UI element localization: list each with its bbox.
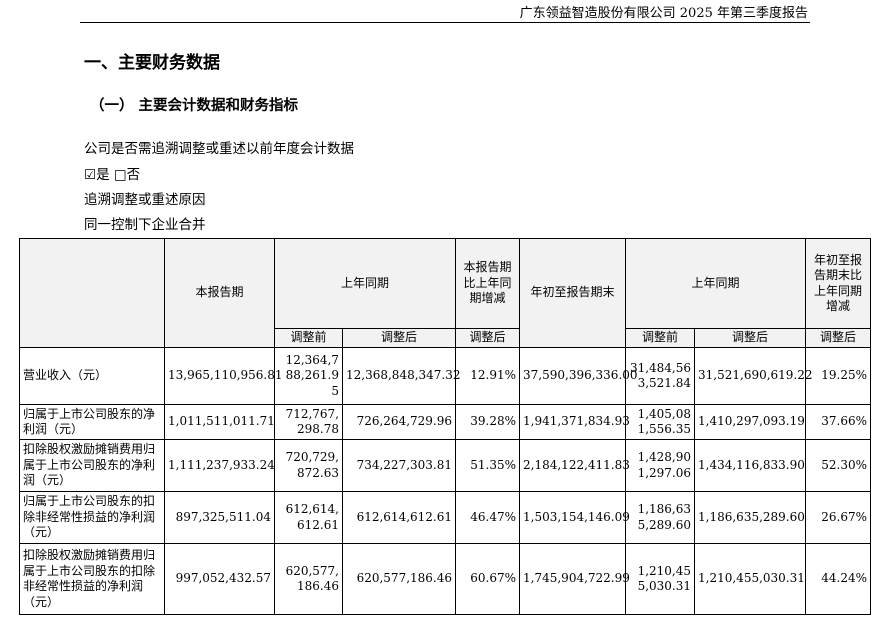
cell-change: 60.67% xyxy=(455,543,521,615)
cell-prior-after-adjustment: 726,264,729.96 xyxy=(341,404,457,440)
header-ytd-change-after-adjustment: 调整后 xyxy=(805,328,872,348)
header-ytd: 年初至报告期末 xyxy=(519,238,627,348)
table-row: 归属于上市公司股东的净利润（元） 1,011,511,011.71 712,767,… xyxy=(19,404,872,440)
section-title: 一、主要财务数据 xyxy=(84,53,220,73)
cell-current-period: 997,052,432.57 xyxy=(164,543,275,615)
checkbox-checked-icon: ☑ xyxy=(84,167,97,183)
restate-reason: 同一控制下企业合并 xyxy=(84,217,206,233)
cell-prior-after-adjustment: 734,227,303.81 xyxy=(341,439,457,492)
cell-ytd-prior-after-adjustment: 1,210,455,030.31 xyxy=(694,543,807,615)
cell-ytd-change: 37.66% xyxy=(805,404,872,440)
option-no-label: 否 xyxy=(126,167,141,183)
header-change-after-adjustment: 调整后 xyxy=(455,328,521,348)
restate-reason-label: 追溯调整或重述原因 xyxy=(84,192,206,208)
cell-change: 46.47% xyxy=(455,491,521,544)
header-current-period: 本报告期 xyxy=(164,238,275,348)
cell-ytd: 2,184,122,411.83 xyxy=(519,439,630,492)
report-title: 广东领益智造股份有限公司 2025 年第三季度报告 xyxy=(519,6,808,21)
table-row: 归属于上市公司股东的扣除非经常性损益的净利润（元） 897,325,511.04 6… xyxy=(19,491,872,544)
cell-ytd-prior-after-adjustment: 1,186,635,289.60 xyxy=(694,491,807,544)
header-ytd-change: 年初至报告期末比上年同期增减 xyxy=(805,238,872,329)
header-item-blank xyxy=(19,238,165,348)
cell-ytd-prior-after-adjustment: 1,434,116,833.90 xyxy=(694,439,807,492)
cell-prior-after-adjustment: 12,368,848,347.32 xyxy=(341,347,461,405)
cell-ytd-prior-after-adjustment: 1,410,297,093.19 xyxy=(694,404,807,440)
cell-ytd-prior-before-adjustment: 1,186,635,289.60 xyxy=(625,491,696,544)
cell-ytd-prior-before-adjustment: 1,405,081,556.35 xyxy=(625,404,696,440)
header-ytd-before-adjustment: 调整前 xyxy=(625,328,696,348)
cell-change: 12.91% xyxy=(455,347,521,405)
subsection-title: （一） 主要会计数据和财务指标 xyxy=(90,98,299,114)
cell-ytd: 1,941,371,834.93 xyxy=(519,404,630,440)
row-label: 归属于上市公司股东的净利润（元） xyxy=(19,404,165,440)
cell-current-period: 13,965,110,956.81 xyxy=(164,347,283,405)
row-label: 扣除股权激励摊销费用归属于上市公司股东的扣除非经常性损益的净利润（元） xyxy=(19,543,165,615)
cell-prior-before-adjustment: 620,577,186.46 xyxy=(274,543,343,615)
cell-current-period: 1,011,511,011.71 xyxy=(164,404,275,440)
page-header: 广东领益智造股份有限公司 2025 年第三季度报告 xyxy=(80,0,810,23)
cell-ytd-prior-before-adjustment: 1,210,455,030.31 xyxy=(625,543,696,615)
header-after-adjustment: 调整后 xyxy=(341,328,457,348)
cell-change: 39.28% xyxy=(455,404,521,440)
option-yes-label: 是 xyxy=(96,167,110,183)
cell-prior-before-adjustment: 720,729,872.63 xyxy=(274,439,343,492)
table-row: 扣除股权激励摊销费用归属于上市公司股东的净利润（元） 1,111,237,933.… xyxy=(19,439,872,492)
cell-prior-after-adjustment: 620,577,186.46 xyxy=(341,543,457,615)
cell-ytd: 1,503,154,146.09 xyxy=(519,491,630,544)
cell-ytd-change: 26.67% xyxy=(805,491,872,544)
row-label: 营业收入（元） xyxy=(19,347,165,405)
restate-question: 公司是否需追溯调整或重述以前年度会计数据 xyxy=(84,141,354,157)
header-prior-period: 上年同期 xyxy=(273,238,457,329)
header-before-adjustment: 调整前 xyxy=(274,328,343,348)
restate-options: ☑是 □否 xyxy=(84,163,140,183)
financial-data-table: 本报告期 上年同期 本报告期比上年同期增减 年初至报告期末 上年同期 年初至报告… xyxy=(19,238,872,615)
row-label: 扣除股权激励摊销费用归属于上市公司股东的净利润（元） xyxy=(19,439,165,492)
table-row: 扣除股权激励摊销费用归属于上市公司股东的扣除非经常性损益的净利润（元） 997,0… xyxy=(19,543,872,615)
cell-current-period: 897,325,511.04 xyxy=(164,491,275,544)
row-label: 归属于上市公司股东的扣除非经常性损益的净利润（元） xyxy=(19,491,165,544)
cell-prior-before-adjustment: 712,767,298.78 xyxy=(274,404,343,440)
table-row: 营业收入（元） 13,965,110,956.81 12,364,788,261.9… xyxy=(19,347,872,405)
cell-ytd-change: 52.30% xyxy=(805,439,872,492)
cell-prior-before-adjustment: 612,614,612.61 xyxy=(274,491,343,544)
cell-ytd: 1,745,904,722.99 xyxy=(519,543,630,615)
cell-prior-after-adjustment: 612,614,612.61 xyxy=(341,491,457,544)
cell-change: 51.35% xyxy=(455,439,521,492)
header-ytd-after-adjustment: 调整后 xyxy=(694,328,807,348)
checkbox-unchecked-icon: □ xyxy=(113,167,127,183)
cell-ytd-prior-before-adjustment: 1,428,901,297.06 xyxy=(625,439,696,492)
cell-current-period: 1,111,237,933.24 xyxy=(164,439,275,492)
cell-prior-before-adjustment: 12,364,788,261.95 xyxy=(274,347,343,405)
header-ytd-prior: 上年同期 xyxy=(625,238,807,329)
cell-ytd-change: 44.24% xyxy=(805,543,872,615)
cell-ytd: 37,590,396,336.00 xyxy=(519,347,638,405)
header-change: 本报告期比上年同期增减 xyxy=(455,238,521,329)
cell-ytd-change: 19.25% xyxy=(805,347,872,405)
cell-ytd-prior-after-adjustment: 31,521,690,619.22 xyxy=(694,347,813,405)
